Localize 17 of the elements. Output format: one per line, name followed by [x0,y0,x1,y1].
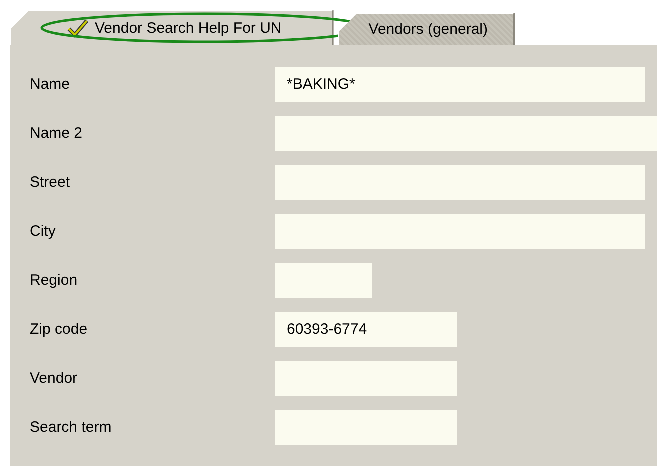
input-field[interactable] [275,410,457,445]
field-label: Street [29,174,72,191]
field-label: Name 2 [29,125,84,142]
input-field[interactable] [275,214,645,249]
input-field[interactable] [275,263,372,298]
input-field[interactable]: *BAKING* [275,67,645,102]
input-field[interactable] [275,116,657,151]
input-field[interactable] [275,361,457,396]
field-label: City [29,223,57,240]
field-label: Search term [29,419,113,436]
field-label: Vendor [29,370,79,387]
tab[interactable]: Vendors (general) [338,13,516,45]
input-field[interactable]: 60393-6774 [275,312,457,347]
field-label: Zip code [29,321,89,338]
input-field[interactable] [275,165,645,200]
field-label: Name [29,76,72,93]
field-label: Region [29,272,79,289]
